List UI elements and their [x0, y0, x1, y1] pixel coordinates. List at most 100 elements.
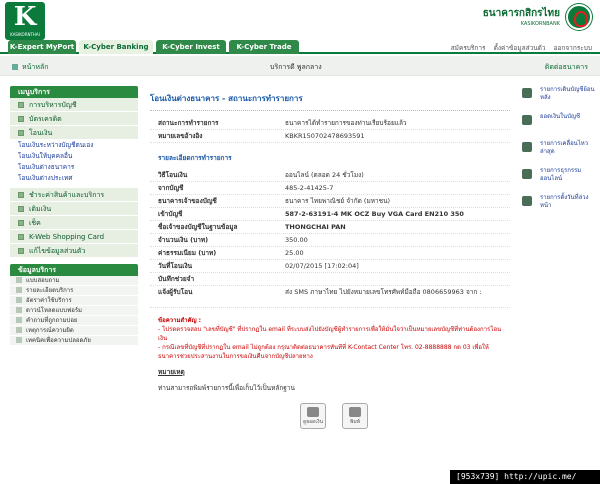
- sidebar-item-label: เติมเงิน: [29, 205, 52, 213]
- service-link-label: รายละเอียดบริการ: [26, 287, 74, 294]
- status-value: ธนาคารได้ทำรายการของท่านเรียบร้อยแล้ว: [285, 119, 407, 127]
- print-button[interactable]: พิมพ์: [342, 403, 368, 429]
- detail-label: วิธีโอนเงิน: [158, 171, 188, 179]
- sidebar-item-label: เช็ค: [29, 219, 41, 227]
- download-icon: [16, 307, 22, 313]
- remark-text: ท่านสามารถพิมพ์รายการนี้เพื่อเก็บไว้เป็น…: [158, 384, 295, 392]
- view-balance-button[interactable]: ดูยอดเงิน: [300, 403, 326, 429]
- detail-value: 587-2-63191-4 MK OCZ Buy VGA Card EN210 …: [285, 210, 464, 218]
- service-link-label: แบบสอบถาม: [26, 277, 60, 284]
- important-note: ข้อความสำคัญ : - โปรดตรวจสอบ "เลขที่บัญช…: [150, 316, 510, 361]
- reference-row: หมายเลขอ้างอิง KBKR150702478693591: [150, 130, 510, 143]
- online-icon: [522, 169, 532, 179]
- sidebar-subitem-own-account[interactable]: โอนเงินระหว่างบัญชีตนเอง: [10, 140, 138, 151]
- detail-row-from-account: จากบัญชี 485-2-41425-7: [150, 182, 510, 195]
- service-link-security[interactable]: เทคนิคเพื่อความปลอดภัย: [10, 336, 138, 346]
- menu-title: เมนูบริการ: [10, 86, 138, 98]
- apply-link[interactable]: สมัครบริการ: [451, 44, 486, 52]
- bank-name: ธนาคารกสิกรไทย KASIKORNBANK: [483, 6, 560, 27]
- sidebar-item-credit-card[interactable]: บัตรเครดิต: [10, 112, 138, 126]
- tab-k-cyber-trade[interactable]: K-Cyber Trade: [229, 40, 299, 54]
- detail-value: 485-2-41425-7: [285, 184, 334, 192]
- service-link-fees[interactable]: อัตราค่าใช้บริการ: [10, 296, 138, 306]
- detail-label: ชื่อเจ้าของบัญชีในฐานข้อมูล: [158, 223, 238, 231]
- settings-link[interactable]: ตั้งค่าข้อมูลส่วนตัว: [494, 44, 546, 52]
- note-heading: ข้อความสำคัญ :: [158, 317, 202, 324]
- detail-label: แจ้งผู้รับโอน: [158, 288, 193, 296]
- service-link-incidents[interactable]: เหตุการณ์ความผิด: [10, 326, 138, 336]
- detail-label: ธนาคารเจ้าของบัญชี: [158, 197, 217, 205]
- expand-icon: [18, 248, 24, 254]
- expand-icon: [18, 234, 24, 240]
- sidebar-subitem-other-bank[interactable]: โอนเงินต่างธนาคาร: [10, 162, 138, 173]
- reference-label: หมายเลขอ้างอิง: [158, 132, 203, 140]
- sidebar-item-label: บัตรเครดิต: [29, 115, 62, 123]
- service-link-details[interactable]: รายละเอียดบริการ: [10, 286, 138, 296]
- detail-label: จากบัญชี: [158, 184, 184, 192]
- detail-row-to-account: เข้าบัญชี 587-2-63191-4 MK OCZ Buy VGA Ca…: [150, 208, 510, 221]
- home-label: หน้าหลัก: [22, 63, 49, 71]
- tab-k-cyber-invest[interactable]: K-Cyber Invest: [156, 40, 226, 54]
- service-link-label: เหตุการณ์ความผิด: [26, 327, 74, 334]
- detail-value: ออนไลน์ (ตลอด 24 ชั่วโมง): [285, 171, 364, 179]
- watermark: [953x739] http://upic.me/: [450, 470, 600, 484]
- detail-value: 02/07/2015 [17:02:04]: [285, 262, 359, 270]
- sidebar-item-payments[interactable]: ชำระค่าสินค้าและบริการ: [10, 188, 138, 202]
- sidebar-subitem-other-person[interactable]: โอนเงินให้บุคคลอื่น: [10, 151, 138, 162]
- main-content: โอนเงินต่างธนาคาร - สถานะการทำรายการ สถา…: [150, 92, 510, 393]
- service-link-label: คำถามที่ถูกถามบ่อย: [26, 317, 78, 324]
- service-link-label: อัตราค่าใช้บริการ: [26, 297, 72, 304]
- quick-link-balance[interactable]: ยอดเงินในบัญชี: [518, 111, 598, 137]
- sidebar-item-edit-profile[interactable]: แก้ไขข้อมูลส่วนตัว: [10, 244, 138, 258]
- header: K KASIKORNTHAI ธนาคารกสิกรไทย KASIKORNBA…: [0, 0, 600, 40]
- sidebar-item-transfer[interactable]: โอนเงิน: [10, 126, 138, 140]
- quick-links: รายการเดินบัญชีย้อนหลัง ยอดเงินในบัญชี ร…: [518, 84, 598, 219]
- warning-icon: [16, 327, 22, 333]
- quick-link-label: รายการเดินบัญชีย้อนหลัง: [540, 86, 595, 101]
- service-link-label: เทคนิคเพื่อความปลอดภัย: [26, 337, 91, 344]
- detail-label: จำนวนเงิน (บาท): [158, 236, 209, 244]
- quick-link-scheduled[interactable]: รายการตั้งวันที่ล่วงหน้า: [518, 192, 598, 218]
- status-label: สถานะการทำรายการ: [158, 119, 219, 127]
- balance-icon: [307, 407, 319, 417]
- expand-icon: [18, 116, 24, 122]
- sidebar-item-shopping-card[interactable]: K-Web Shopping Card: [10, 230, 138, 244]
- quick-link-statement[interactable]: รายการเดินบัญชีย้อนหลัง: [518, 84, 598, 110]
- detail-row-notify: แจ้งผู้รับโอน ส่ง SMS ภาษาไทย ไปยังหมายเล…: [150, 286, 510, 308]
- detail-value: THONGCHAI PAN: [285, 223, 346, 231]
- quick-link-recent[interactable]: รายการเคลื่อนไหวล่าสุด: [518, 138, 598, 164]
- history-icon: [522, 142, 532, 152]
- tab-k-cyber-banking[interactable]: K-Cyber Banking: [79, 40, 153, 54]
- service-link-label: ดาวน์โหลดแบบฟอร์ม: [26, 307, 83, 314]
- logo-letter: K: [13, 2, 37, 32]
- detail-row-memo: บันทึกช่วยจำ: [150, 273, 510, 286]
- detail-label: เข้าบัญชี: [158, 210, 183, 218]
- sidebar-item-topup[interactable]: เติมเงิน: [10, 202, 138, 216]
- kbank-logo[interactable]: K KASIKORNTHAI: [5, 2, 45, 40]
- detail-row-date: วันที่โอนเงิน 02/07/2015 [17:02:04]: [150, 260, 510, 273]
- contact-link[interactable]: ติดต่อธนาคาร: [545, 62, 588, 73]
- sidebar-item-account-management[interactable]: การบริหารบัญชี: [10, 98, 138, 112]
- sidebar-item-cheque[interactable]: เช็ค: [10, 216, 138, 230]
- bank-seal-icon: [566, 4, 592, 30]
- service-link-forms[interactable]: ดาวน์โหลดแบบฟอร์ม: [10, 306, 138, 316]
- sidebar-item-label: โอนเงิน: [29, 129, 53, 137]
- logout-link[interactable]: ออกจากระบบ: [554, 44, 592, 52]
- expand-icon: [18, 220, 24, 226]
- service-link-faq[interactable]: คำถามที่ถูกถามบ่อย: [10, 316, 138, 326]
- calendar-icon: [522, 196, 532, 206]
- expand-icon: [18, 206, 24, 212]
- detail-value: 350.00: [285, 236, 308, 244]
- expand-icon: [18, 192, 24, 198]
- bank-name-th: ธนาคารกสิกรไทย: [482, 8, 560, 19]
- collapse-icon: [18, 130, 24, 136]
- service-link-survey[interactable]: แบบสอบถาม: [10, 276, 138, 286]
- quick-link-label: ยอดเงินในบัญชี: [540, 113, 581, 120]
- reference-value: KBKR150702478693591: [285, 132, 365, 140]
- remark: หมายเหตุ ท่านสามารถพิมพ์รายการนี้เพื่อเก…: [150, 367, 510, 393]
- quick-link-online[interactable]: รายการธุรกรรมออนไลน์: [518, 165, 598, 191]
- sub-bar: หน้าหลัก บริการดี พูลกลาง ติดต่อธนาคาร: [0, 56, 600, 76]
- home-link[interactable]: หน้าหลัก: [12, 62, 48, 73]
- sidebar-subitem-international[interactable]: โอนเงินต่างประเทศ: [10, 173, 138, 184]
- tab-k-expert-myport[interactable]: K-Expert MyPort: [8, 40, 76, 54]
